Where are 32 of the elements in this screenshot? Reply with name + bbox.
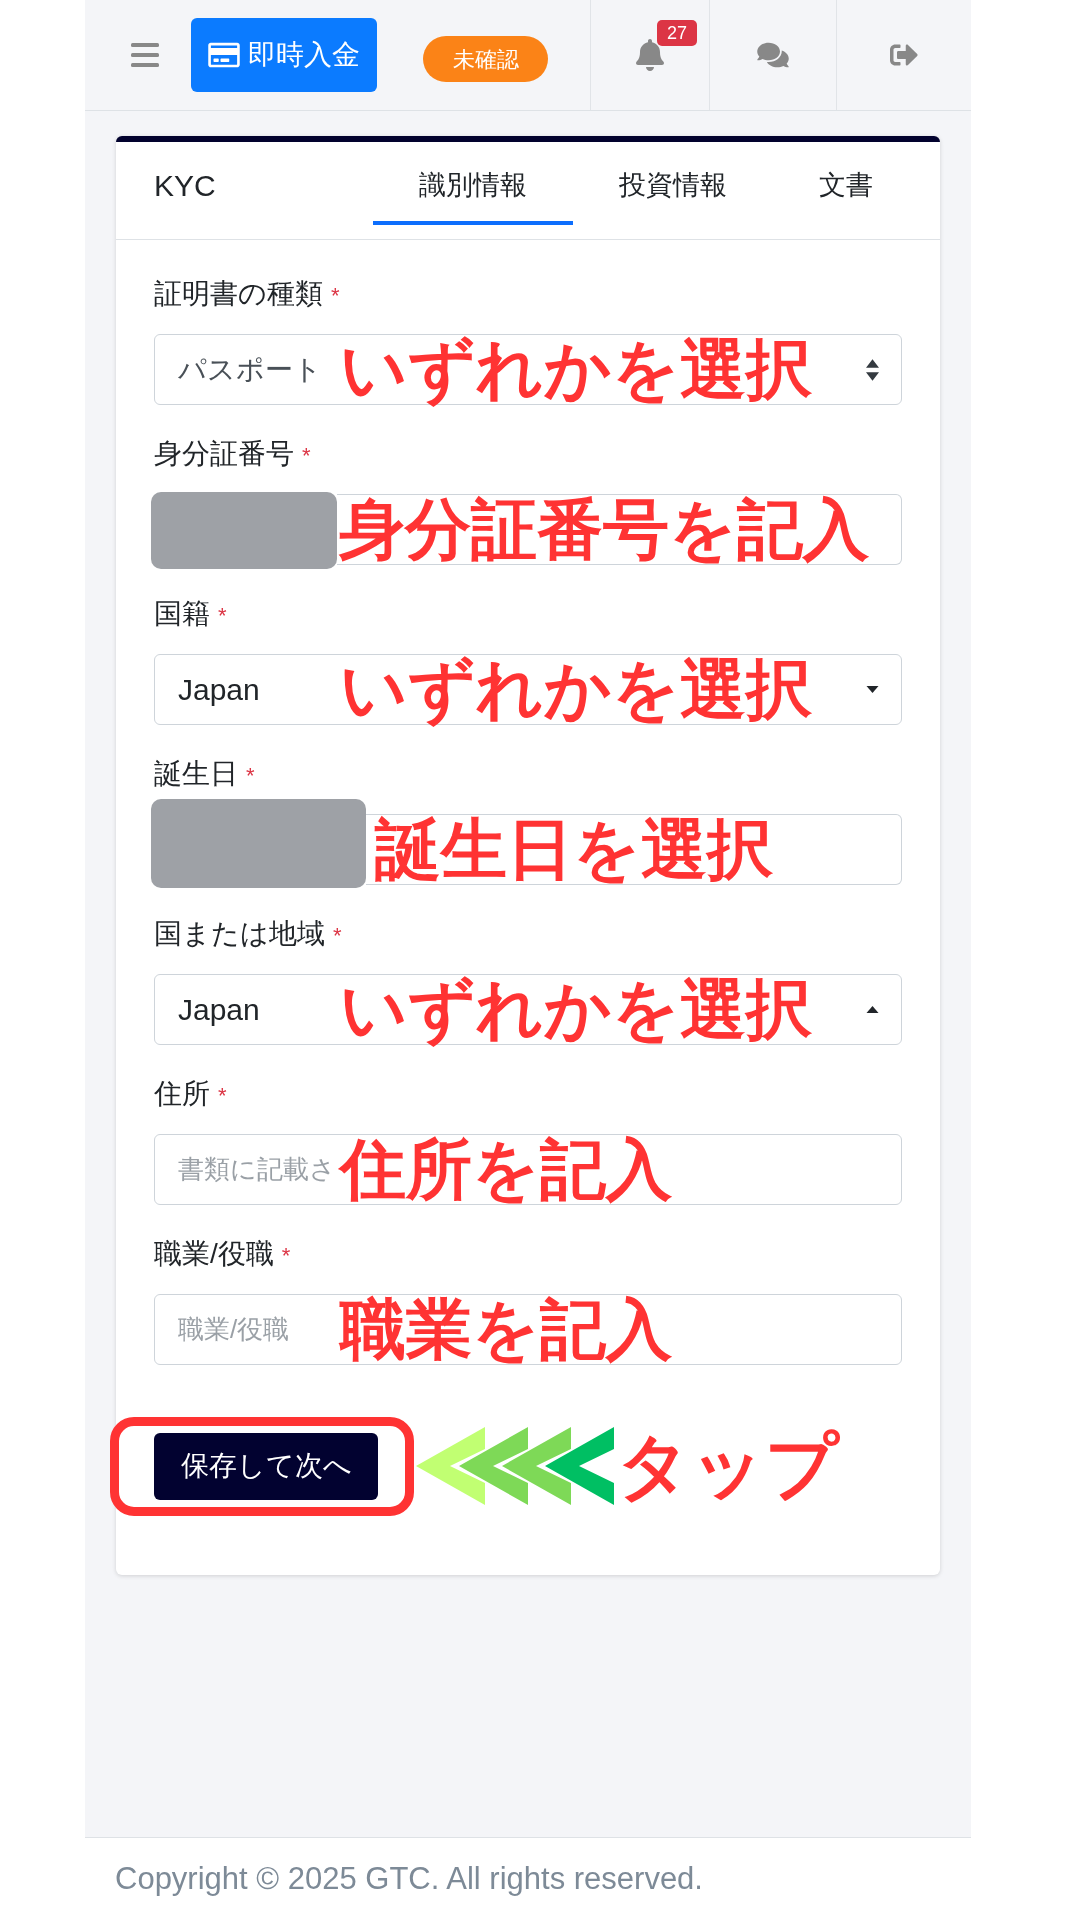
field-label: 国籍 *: [154, 599, 227, 629]
bell-icon[interactable]: [636, 39, 664, 71]
field-label: 住所 *: [154, 1079, 227, 1109]
occupation-field[interactable]: 職業/役職 職業を記入: [154, 1294, 902, 1365]
field-label: 国または地域 *: [154, 919, 342, 949]
tab[interactable]: 文書: [773, 142, 919, 225]
country-select[interactable]: Japan いずれかを選択: [154, 974, 902, 1045]
status-badge: 未確認: [423, 36, 548, 82]
instant-deposit-button[interactable]: 即時入金: [191, 18, 377, 92]
copyright-text: Copyright © 2025 GTC. All rights reserved.: [115, 1859, 703, 1898]
tab[interactable]: 識別情報: [373, 142, 573, 225]
menu-icon[interactable]: [131, 43, 159, 67]
annotation-text: 誕生日を選択: [375, 815, 773, 884]
nationality-select[interactable]: Japan いずれかを選択: [154, 654, 902, 725]
tab[interactable]: 投資情報: [573, 142, 773, 225]
document-type-select[interactable]: パスポート いずれかを選択: [154, 334, 902, 405]
sort-arrows-icon: [866, 358, 879, 381]
field-label: 誕生日 *: [154, 759, 255, 789]
field-label: 証明書の種類 *: [154, 279, 340, 309]
chat-bubbles-icon[interactable]: [757, 41, 789, 69]
credit-card-icon: [208, 41, 240, 69]
address-input[interactable]: 書類に記載さ: [155, 1135, 335, 1204]
card-title: KYC: [154, 168, 216, 204]
annotation-text: 職業を記入: [340, 1295, 672, 1364]
occupation-input[interactable]: 職業/役職: [155, 1295, 335, 1364]
save-and-next-button[interactable]: 保存して次へ: [154, 1432, 378, 1500]
field-label: 職業/役職 *: [154, 1239, 291, 1269]
field-label: 身分証番号 *: [154, 439, 311, 469]
birthdate-field[interactable]: 誕生日を選択: [366, 814, 902, 885]
annotation-text: 住所を記入: [340, 1135, 672, 1204]
notification-count: 27: [657, 20, 697, 46]
tap-instruction: タップ: [617, 1426, 839, 1506]
